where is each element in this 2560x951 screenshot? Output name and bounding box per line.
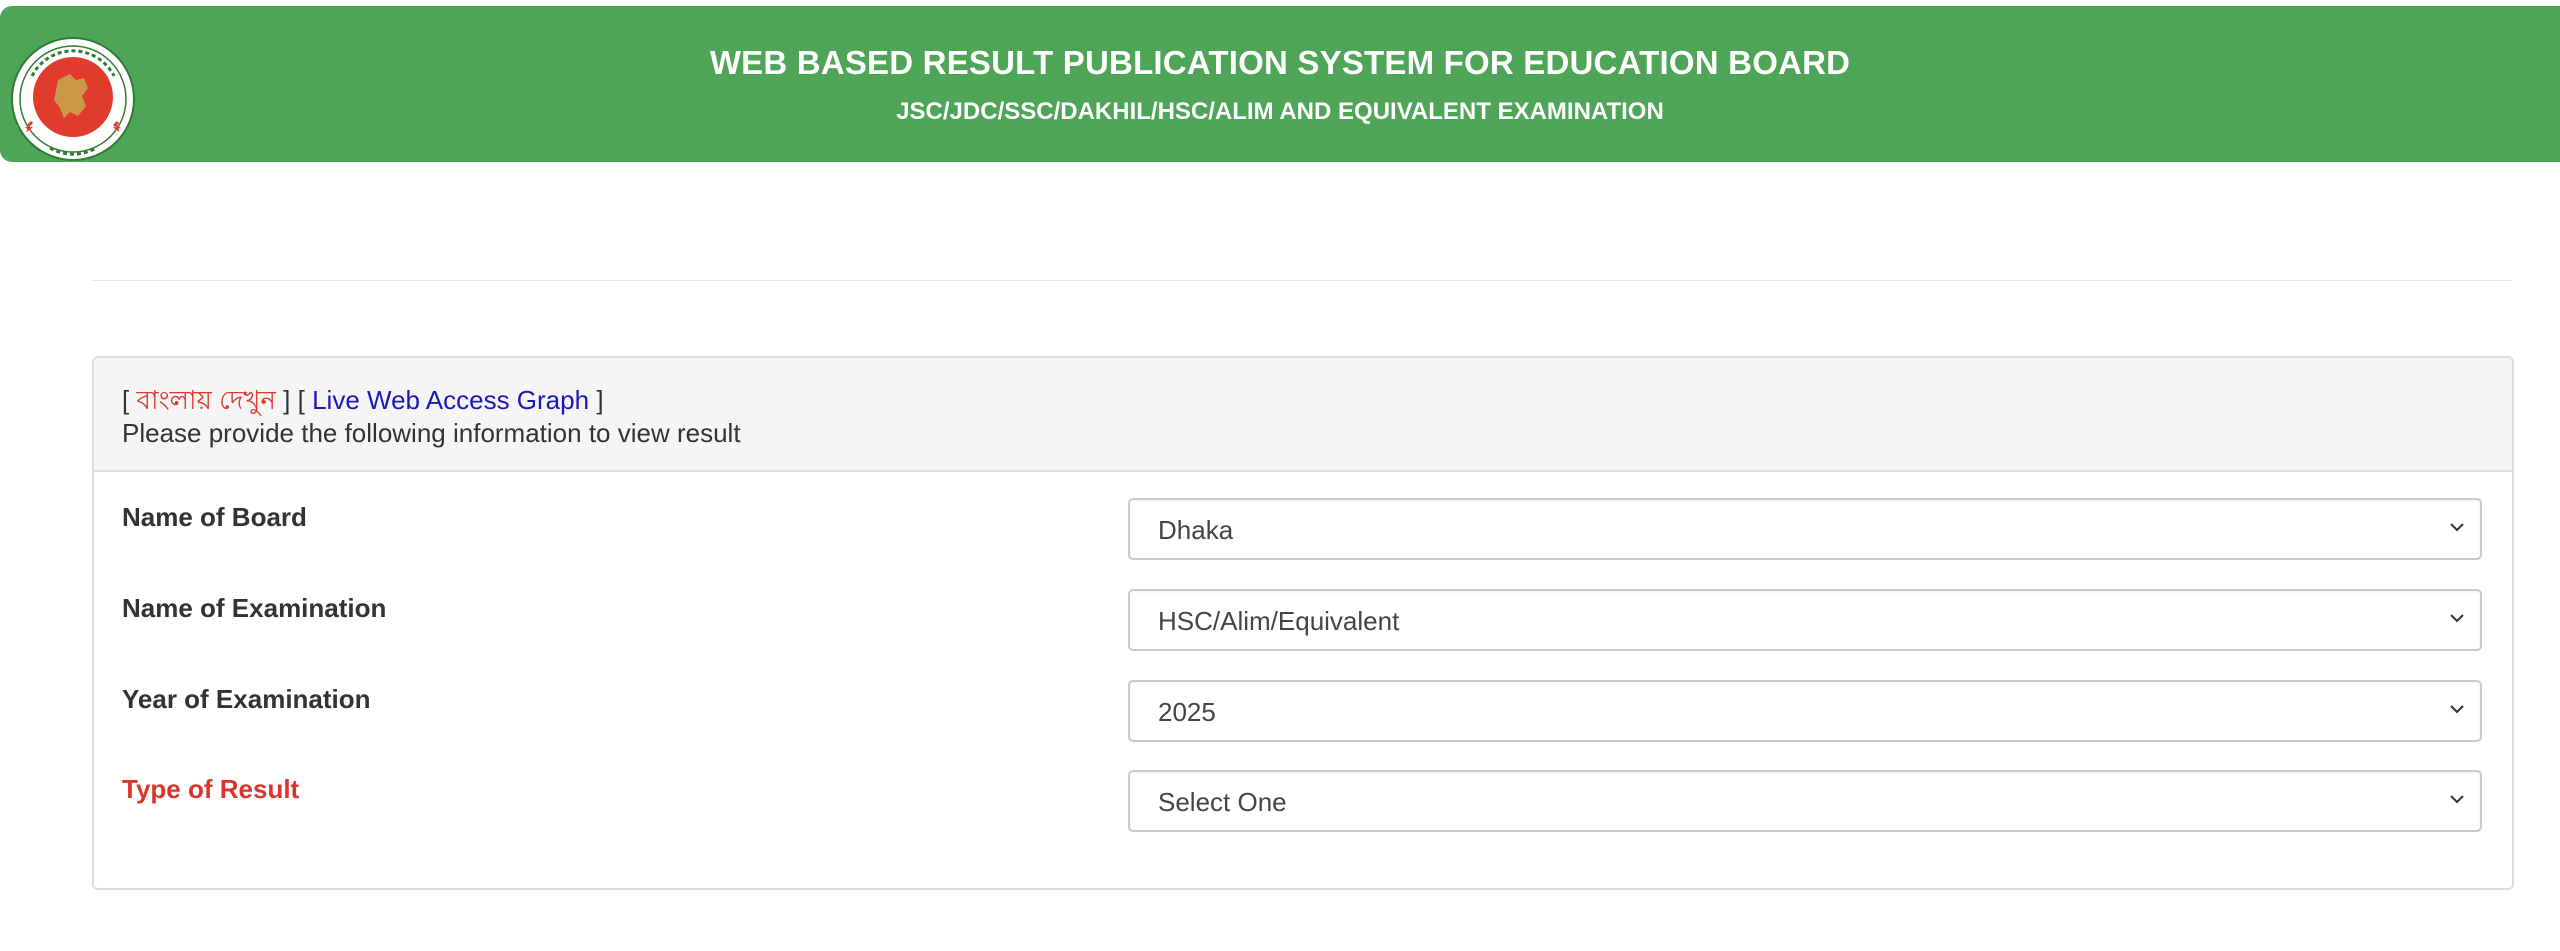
chevron-down-icon [2450,614,2464,623]
examination-label: Name of Examination [122,593,387,623]
bracket-close: ] [596,385,604,415]
chevron-down-icon [2450,705,2464,714]
board-label: Name of Board [122,502,307,532]
page-subtitle: JSC/JDC/SSC/DAKHIL/HSC/ALIM AND EQUIVALE… [896,98,1664,125]
year-select[interactable]: 2025 [1128,680,2482,742]
chevron-down-icon [2450,523,2464,532]
result-type-label: Type of Result [122,774,300,804]
bangla-view-link[interactable]: বাংলায় দেখুন [136,385,275,415]
bracket-mid: ] [ [283,385,305,415]
live-web-access-graph-link[interactable]: Live Web Access Graph [312,385,589,415]
examination-select-value: HSC/Alim/Equivalent [1158,606,1400,636]
board-select-value: Dhaka [1158,515,1234,545]
result-type-select-value: Select One [1158,787,1287,817]
panel-heading: [ বাংলায় দেখুন ] [ Live Web Access Grap… [94,358,2512,472]
site-header: ★ ★ WEB BASED RESULT PUBLICATION SYSTEM … [0,6,2560,162]
year-select-value: 2025 [1158,697,1216,727]
examination-select[interactable]: HSC/Alim/Equivalent [1128,589,2482,651]
instructions-text: Please provide the following information… [122,418,741,448]
board-select[interactable]: Dhaka [1128,498,2482,560]
result-form-panel: [ বাংলায় দেখুন ] [ Live Web Access Grap… [92,356,2514,890]
chevron-down-icon [2450,795,2464,804]
year-label: Year of Examination [122,684,371,714]
bracket-open: [ [122,385,130,415]
page-title: WEB BASED RESULT PUBLICATION SYSTEM FOR … [709,44,1851,81]
result-type-select[interactable]: Select One [1128,770,2482,832]
section-divider [92,280,2512,281]
